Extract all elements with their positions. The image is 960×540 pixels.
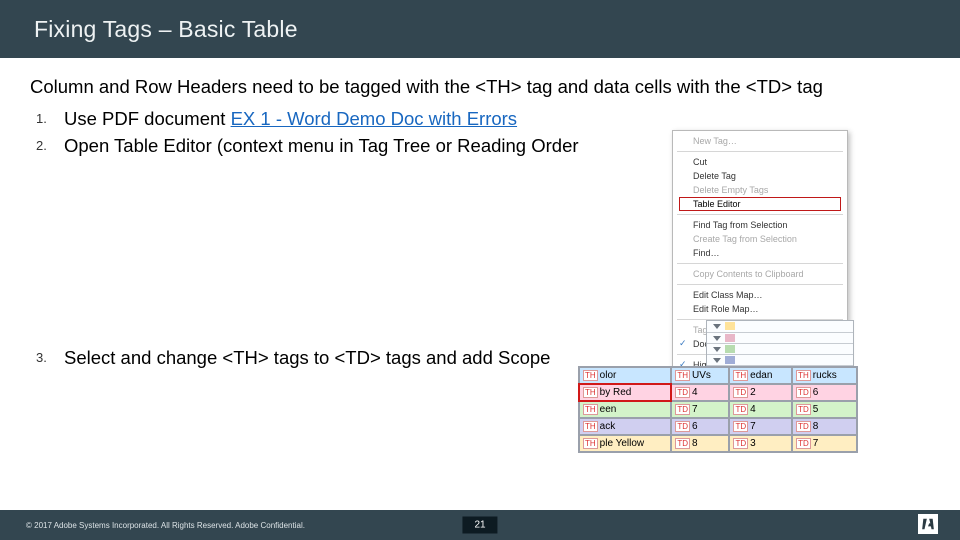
step-text: Use PDF document EX 1 - Word Demo Doc wi…	[64, 108, 517, 130]
table-cell: THedan	[729, 367, 792, 384]
menu-item[interactable]: Find…	[673, 246, 847, 260]
page-title: Fixing Tags – Basic Table	[34, 16, 298, 43]
page-number: 21	[462, 517, 497, 534]
menu-separator	[677, 214, 843, 215]
lead-text: Column and Row Headers need to be tagged…	[30, 76, 930, 98]
table-cell: THeen	[579, 401, 671, 418]
step-text: Select and change <TH> tags to <TD> tags…	[64, 347, 550, 369]
table-cell-selected: THby Red	[579, 384, 671, 401]
table-cell: TD7	[729, 418, 792, 435]
table-cell: THple Yellow	[579, 435, 671, 452]
table-cell: TD5	[792, 401, 857, 418]
table-cell: TD4	[729, 401, 792, 418]
menu-item[interactable]: Find Tag from Selection	[673, 218, 847, 232]
table-cell: TD6	[792, 384, 857, 401]
footer: © 2017 Adobe Systems Incorporated. All R…	[0, 510, 960, 540]
menu-separator	[677, 151, 843, 152]
table-row: THack TD6 TD7 TD8	[579, 418, 857, 435]
table-row: THple Yellow TD8 TD3 TD7	[579, 435, 857, 452]
step-number: 3.	[36, 347, 64, 365]
step-text-a: Use PDF document	[64, 108, 231, 129]
menu-item[interactable]: Cut	[673, 155, 847, 169]
table-cell: TD3	[729, 435, 792, 452]
menu-item-table-editor[interactable]: Table Editor	[673, 197, 847, 211]
menu-separator	[677, 263, 843, 264]
menu-item[interactable]: Delete Tag	[673, 169, 847, 183]
title-bar: Fixing Tags – Basic Table	[0, 0, 960, 58]
table-row: THolor THUVs THedan THrucks	[579, 367, 857, 384]
table-row: THeen TD7 TD4 TD5	[579, 401, 857, 418]
menu-item[interactable]: Create Tag from Selection	[673, 232, 847, 246]
step-text: Open Table Editor (context menu in Tag T…	[64, 135, 579, 157]
menu-item[interactable]: Edit Class Map…	[673, 288, 847, 302]
table-cell: THUVs	[671, 367, 729, 384]
step-1: 1. Use PDF document EX 1 - Word Demo Doc…	[36, 108, 930, 130]
slide: Fixing Tags – Basic Table Column and Row…	[0, 0, 960, 540]
table-cell: THolor	[579, 367, 671, 384]
menu-item[interactable]: Copy Contents to Clipboard	[673, 267, 847, 281]
adobe-logo-icon	[918, 514, 938, 534]
demo-doc-link[interactable]: EX 1 - Word Demo Doc with Errors	[231, 108, 517, 129]
copyright-text: © 2017 Adobe Systems Incorporated. All R…	[26, 521, 305, 530]
table-row: THby Red TD4 TD2 TD6	[579, 384, 857, 401]
table-editor-preview: THolor THUVs THedan THrucks THby Red TD4…	[578, 366, 858, 453]
menu-item[interactable]: New Tag…	[673, 134, 847, 148]
table-cell: TD2	[729, 384, 792, 401]
menu-item[interactable]: Edit Role Map…	[673, 302, 847, 316]
step-number: 2.	[36, 135, 64, 153]
table-cell: THrucks	[792, 367, 857, 384]
menu-item[interactable]: Delete Empty Tags	[673, 183, 847, 197]
table-cell: THack	[579, 418, 671, 435]
step-number: 1.	[36, 108, 64, 126]
menu-separator	[677, 284, 843, 285]
table-cell: TD4	[671, 384, 729, 401]
table-cell: TD7	[671, 401, 729, 418]
table-cell: TD8	[792, 418, 857, 435]
table-cell: TD6	[671, 418, 729, 435]
table-cell: TD7	[792, 435, 857, 452]
table-cell: TD8	[671, 435, 729, 452]
